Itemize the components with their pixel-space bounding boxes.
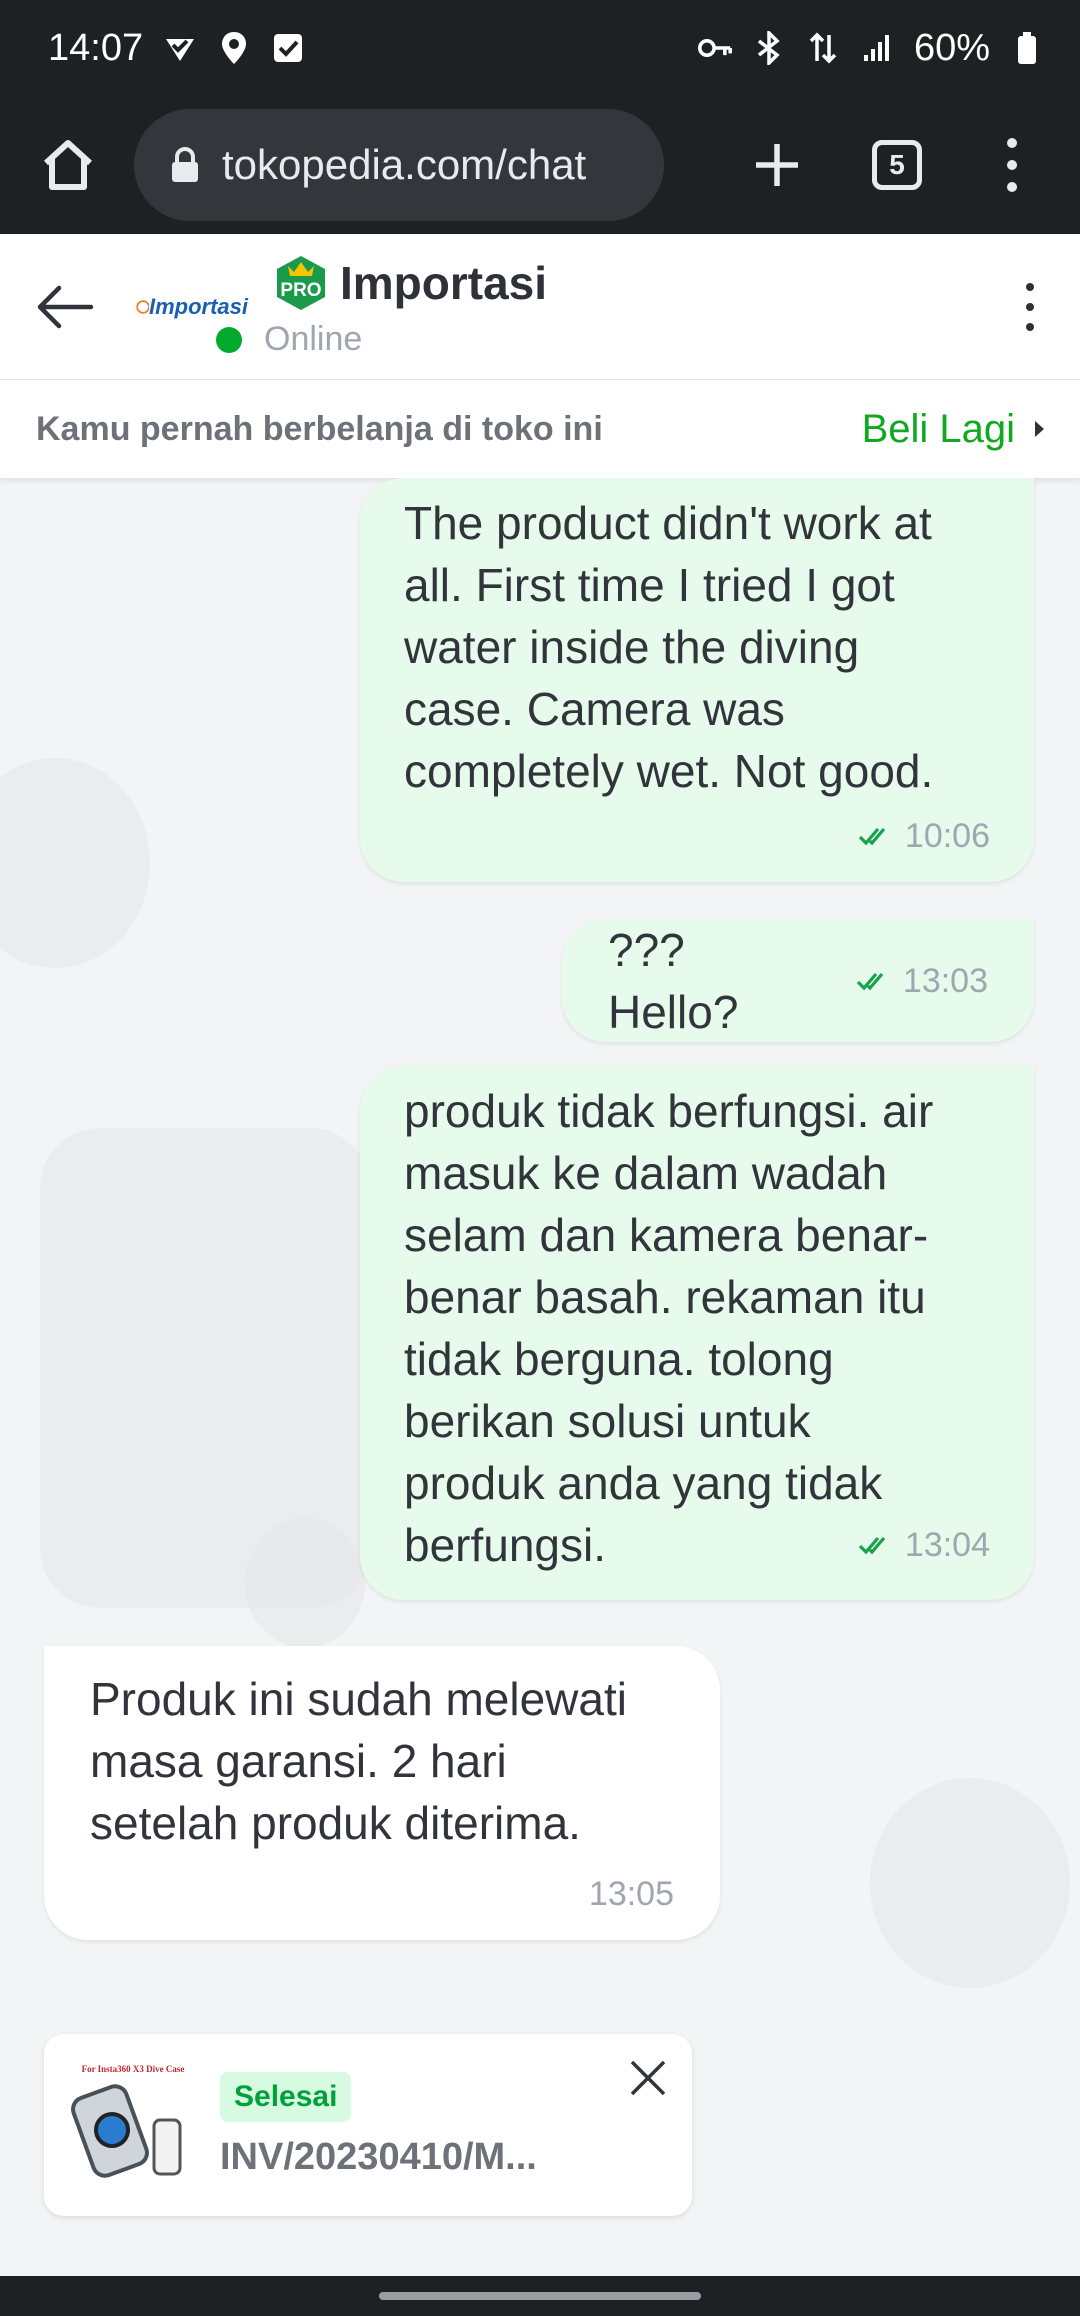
home-button[interactable] [30,127,106,203]
location-icon [217,31,251,65]
background-mascot-icon [0,758,150,968]
purchase-history-banner: Kamu pernah berbelanja di toko ini Beli … [0,380,1080,478]
message-text: The product didn't work at all. First ti… [404,492,990,802]
product-thumbnail: For Insta360 X3 Dive Case [68,2060,198,2190]
shop-name[interactable]: Importasi [340,256,547,310]
order-status-badge: Selesai [220,2071,352,2122]
message-text: produk tidak berfungsi. air masuk ke dal… [404,1080,990,1576]
home-gesture-handle[interactable] [379,2292,701,2300]
close-icon[interactable] [628,2058,668,2098]
purchase-history-text: Kamu pernah berbelanja di toko ini [36,409,603,448]
message-bubble-outgoing[interactable]: The product didn't work at all. First ti… [360,478,1034,882]
message-line: selam dan kamera benar- [404,1209,929,1261]
message-bubble-outgoing[interactable]: ??? Hello? 13:03 [562,920,1034,1042]
url-text: tokopedia.com/chat [222,141,587,188]
message-line: The product didn't work at [404,497,932,549]
battery-icon [1010,31,1044,65]
message-line: setelah produk diterima. [90,1797,581,1849]
signal-check-icon [163,31,197,65]
vpn-key-icon [697,31,732,65]
lock-icon [172,147,198,182]
message-bubble-outgoing[interactable]: produk tidak berfungsi. air masuk ke dal… [360,1066,1034,1600]
pro-badge-icon: PRO [277,256,325,310]
pro-badge-text: PRO [280,280,321,301]
message-line: berikan solusi untuk [404,1395,811,1447]
message-bubble-incoming[interactable]: Produk ini sudah melewati masa garansi. … [44,1646,720,1940]
chat-messages[interactable]: The product didn't work at all. First ti… [0,478,1080,2278]
status-time: 14:07 [48,26,144,69]
message-line: water inside the diving [404,621,860,673]
message-line: berfungsi. [404,1519,607,1571]
arrow-left-icon [37,285,94,328]
browser-toolbar: tokopedia.com/chat 5 [0,96,1080,234]
message-line: ??? Hello? [608,924,739,1038]
buy-again-label: Beli Lagi [861,406,1015,451]
message-time: 13:03 [902,962,988,1000]
message-line: Produk ini sudah melewati [90,1673,627,1725]
system-navigation-bar [0,2276,1080,2316]
cell-signal-icon [860,31,894,65]
message-line: tidak berguna. tolong [404,1333,834,1385]
buy-again-link[interactable]: Beli Lagi [862,407,1044,452]
message-time: 13:04 [904,1526,990,1564]
browser-menu-button[interactable] [992,125,1032,205]
back-button[interactable] [30,272,100,342]
message-meta: 13:04 [858,1525,990,1565]
product-thumb-caption: For Insta360 X3 Dive Case [82,2064,185,2074]
background-mascot-small-icon [245,1518,365,1648]
message-line: masa garansi. 2 hari [90,1735,507,1787]
message-time: 13:05 [588,1875,674,1913]
message-time: 10:06 [904,817,990,855]
tab-switcher-button[interactable]: 5 [872,140,922,190]
dive-case-camera-icon: For Insta360 X3 Dive Case [71,2064,185,2178]
caret-right-icon [1035,421,1044,437]
bluetooth-icon [752,31,786,65]
shop-logo-text: Importasi [148,293,248,319]
url-bar[interactable]: tokopedia.com/chat [134,109,664,221]
message-text: Produk ini sudah melewati masa garansi. … [90,1668,674,1854]
message-line: benar basah. rekaman itu [404,1271,926,1323]
chat-menu-button[interactable] [1010,267,1050,347]
message-line: completely wet. Not good. [404,745,934,797]
data-transfer-icon [806,31,840,65]
online-status-text: Online [264,320,363,358]
online-status-dot [216,326,242,353]
message-line: case. Camera was [404,683,785,735]
message-meta: 10:06 [404,816,990,856]
status-bar: 14:07 60% [0,0,1080,96]
message-line: masuk ke dalam wadah [404,1147,888,1199]
checkbox-notification-icon [271,31,305,65]
product-reference-card[interactable]: For Insta360 X3 Dive Case Selesai INV/20… [44,2034,692,2216]
chat-header: Importasi PRO Importasi Online [0,234,1080,380]
battery-percent: 60% [913,26,990,69]
shop-logo-mark-icon [136,299,149,314]
background-mascot-right-icon [870,1778,1070,1988]
new-tab-icon[interactable] [752,140,802,190]
double-check-icon [858,827,886,846]
double-check-icon [856,972,884,991]
message-line: produk anda yang tidak [404,1457,883,1509]
home-icon [43,140,93,190]
message-line: produk tidak berfungsi. air [404,1085,934,1137]
message-line: all. First time I tried I got [404,559,895,611]
double-check-icon [858,1536,886,1555]
message-meta: 13:05 [90,1874,674,1914]
invoice-number: INV/20230410/M... [220,2135,537,2178]
message-meta: 13:03 [856,961,988,1001]
